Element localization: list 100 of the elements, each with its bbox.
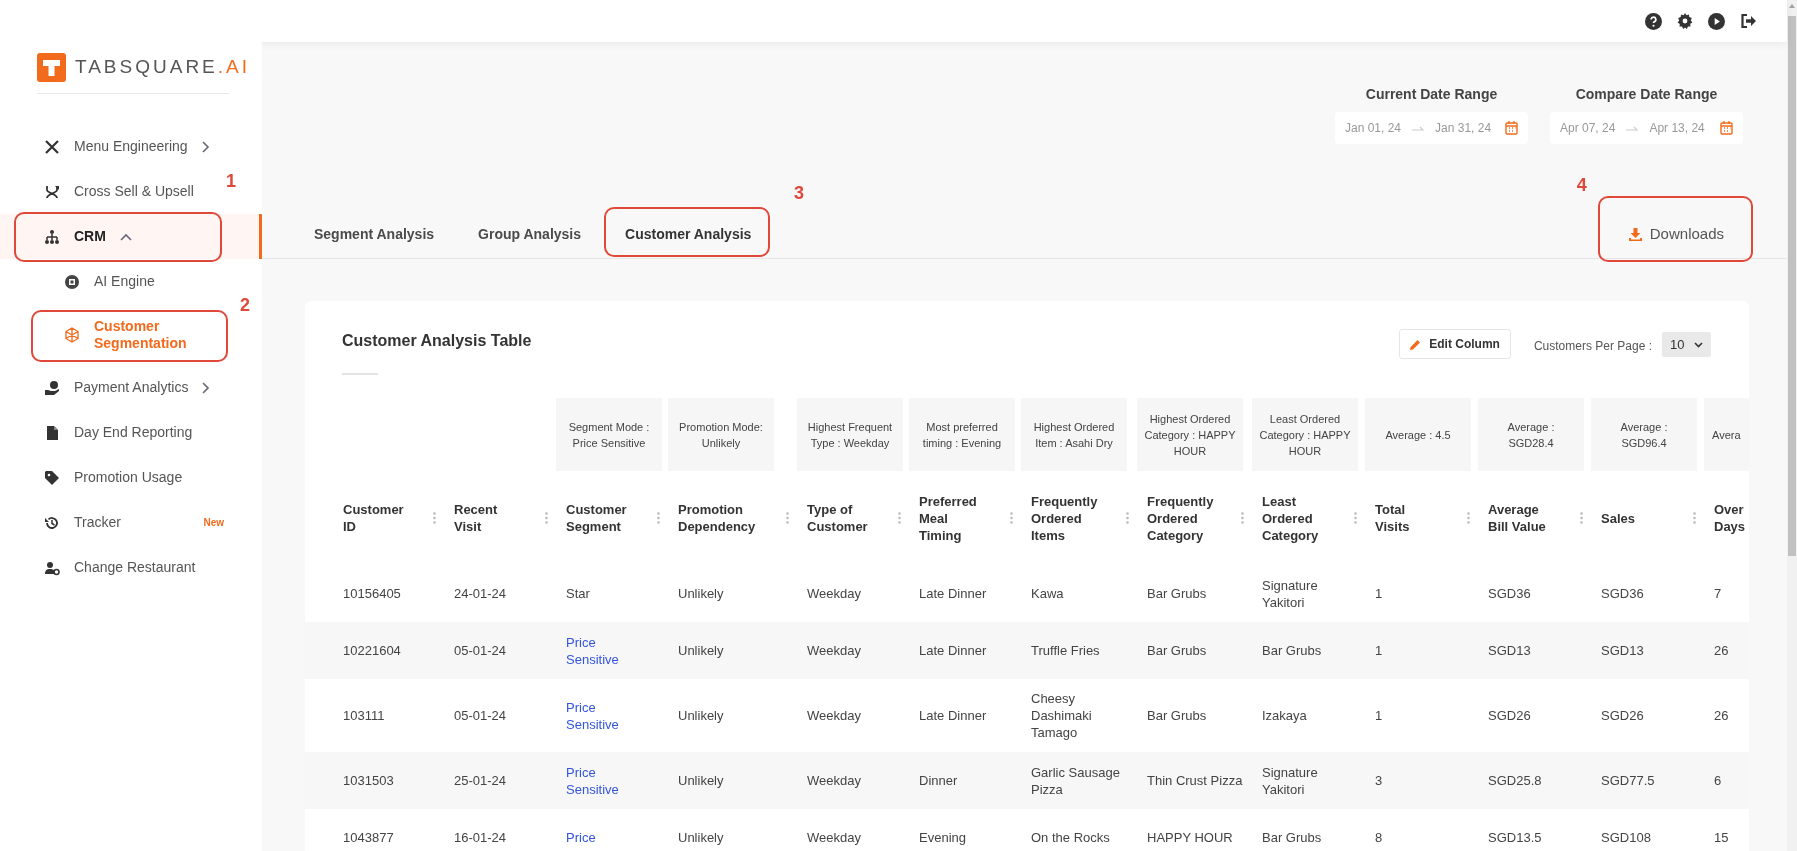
- more-vertical-icon: [1241, 512, 1244, 524]
- user-gear-icon: [44, 559, 60, 576]
- table-cell-text: 8: [1375, 829, 1384, 846]
- table-cell: Thin Crust Pizza: [1147, 772, 1244, 789]
- table-cell-text: Late Dinner: [919, 707, 988, 724]
- column-header[interactable]: Preferred Meal Timing: [909, 492, 1021, 544]
- table-cell-text: Weekday: [807, 585, 862, 602]
- tab[interactable]: Segment Analysis: [314, 214, 435, 254]
- column-header[interactable]: Type of Customer: [797, 501, 909, 535]
- column-header[interactable]: Total Visits: [1365, 501, 1478, 535]
- more-vertical-icon: [1580, 512, 1583, 524]
- summary-cell: Least Ordered Category : HAPPY HOUR: [1252, 398, 1358, 471]
- table-cell-text: Bar Grubs: [1262, 829, 1323, 846]
- sidebar-item[interactable]: Tracker New: [0, 500, 224, 545]
- column-header[interactable]: Customer Segment: [556, 501, 668, 535]
- table-cell-text: 05-01-24: [454, 642, 508, 659]
- settings-icon: [1677, 13, 1693, 29]
- edit-column-button[interactable]: Edit Column: [1399, 329, 1511, 359]
- table-cell-text: Unlikely: [678, 772, 725, 789]
- summary-cell: Segment Mode : Price Sensitive: [556, 398, 662, 471]
- per-page-label: Customers Per Page :: [1533, 338, 1652, 355]
- table-cell-text: 1: [1375, 585, 1384, 602]
- column-header[interactable]: Least Ordered Category: [1252, 492, 1365, 544]
- segment-link[interactable]: Price: [566, 829, 646, 846]
- sidebar-item[interactable]: Day End Reporting: [0, 410, 224, 455]
- pencil-icon: [1410, 338, 1422, 350]
- table-cell-text: 1043877: [343, 829, 395, 846]
- table-cell-text: Weekday: [807, 829, 862, 846]
- table-cell-text: 6: [1714, 772, 1723, 789]
- table-cell-text: SGD77.5: [1601, 772, 1656, 789]
- table-cell-text: Izakaya: [1262, 707, 1308, 724]
- table-cell-text: 25-01-24: [454, 772, 508, 789]
- more-vertical-icon: [1010, 512, 1013, 524]
- sidebar-item[interactable]: Payment Analytics: [0, 365, 224, 410]
- tab[interactable]: Customer Analysis: [625, 214, 752, 254]
- segment-link[interactable]: Price Sensitive: [566, 763, 646, 798]
- sidebar-item[interactable]: CRM: [0, 214, 262, 259]
- column-header[interactable]: Average Bill Value: [1478, 501, 1591, 535]
- callout-number: 2: [240, 294, 250, 316]
- column-header[interactable]: Frequently Ordered Category: [1137, 492, 1252, 544]
- more-vertical-icon: [786, 512, 789, 524]
- table-cell-text: Late Dinner: [919, 642, 988, 659]
- table-cell-text: 103111: [343, 707, 386, 724]
- column-header[interactable]: Sales: [1591, 509, 1704, 527]
- callout-number: 3: [794, 182, 805, 204]
- table-cell-text: Dinner: [919, 772, 959, 789]
- summary-cell: Highest Frequent Type : Weekday: [797, 398, 903, 471]
- chevron-down-icon: [1694, 341, 1703, 348]
- table-cell-text: 16-01-24: [454, 829, 508, 846]
- table-cell-text: Bar Grubs: [1262, 642, 1323, 659]
- more-vertical-icon: [545, 512, 548, 524]
- scrollbar[interactable]: [1787, 0, 1797, 851]
- segment-link[interactable]: Price Sensitive: [566, 698, 646, 733]
- summary-cell: Highest Ordered Item : Asahi Dry: [1021, 398, 1127, 471]
- table-cell-text: Weekday: [807, 707, 862, 724]
- downloads-button[interactable]: Downloads: [1628, 214, 1724, 254]
- date-range-label: Compare Date Range: [1575, 85, 1718, 102]
- callout-number: 4: [1576, 174, 1587, 196]
- table-cell-text: Truffle Fries: [1031, 642, 1101, 659]
- per-page-select[interactable]: 10: [1662, 332, 1711, 357]
- table-cell-text: Garlic Sausage Pizza: [1031, 763, 1121, 798]
- table-cell-text: Weekday: [807, 772, 862, 789]
- new-label: New: [203, 516, 224, 530]
- calendar-icon: [1505, 121, 1518, 135]
- sidebar-item[interactable]: Change Restaurant: [0, 545, 224, 590]
- summary-cell: Average : SGD28.4: [1478, 398, 1584, 471]
- table-cell-text: 1: [1375, 642, 1384, 659]
- table-cell-text: Signature Yakitori: [1262, 576, 1319, 611]
- table-cell-text: Unlikely: [678, 642, 725, 659]
- chip-icon: [64, 273, 80, 290]
- summary-cell: Avera: [1704, 398, 1749, 471]
- sidebar-item[interactable]: Cross Sell & Upsell: [0, 169, 224, 214]
- sidebar-item[interactable]: Promotion Usage: [0, 455, 224, 500]
- table-cell-text: 7: [1714, 585, 1723, 602]
- table-cell-text: Weekday: [807, 642, 862, 659]
- table-cell-text: Kawa: [1031, 585, 1065, 602]
- logout-icon: [1740, 13, 1757, 29]
- table-cell-text: 1: [1375, 707, 1384, 724]
- tag-icon: [44, 469, 60, 486]
- column-header[interactable]: Customer ID: [333, 501, 444, 535]
- calendar-icon: [1720, 121, 1733, 135]
- segment-link[interactable]: Price Sensitive: [566, 633, 646, 668]
- column-header[interactable]: Promotion Dependency: [668, 501, 797, 535]
- document-icon: [44, 424, 60, 441]
- column-header[interactable]: Over Days: [1704, 501, 1749, 535]
- column-header[interactable]: Recent Visit: [444, 501, 556, 535]
- table-cell-text: 15: [1714, 829, 1730, 846]
- hand-coin-icon: [44, 379, 60, 396]
- sidebar-item[interactable]: Menu Engineering: [0, 124, 224, 169]
- table-cell-text: SGD36: [1488, 585, 1532, 602]
- table-cell-text: Cheesy Dashimaki Tamago: [1031, 690, 1093, 741]
- more-vertical-icon: [1126, 512, 1129, 524]
- table-cell-text: 3: [1375, 772, 1384, 789]
- table-cell-text: SGD13.5: [1488, 829, 1543, 846]
- table-cell-text: SGD25.8: [1488, 772, 1543, 789]
- column-header[interactable]: Frequently Ordered Items: [1021, 492, 1137, 544]
- more-vertical-icon: [433, 512, 436, 524]
- table-cell-text: Signature Yakitori: [1262, 763, 1319, 798]
- play-icon: [1708, 12, 1725, 30]
- tab[interactable]: Group Analysis: [478, 214, 582, 254]
